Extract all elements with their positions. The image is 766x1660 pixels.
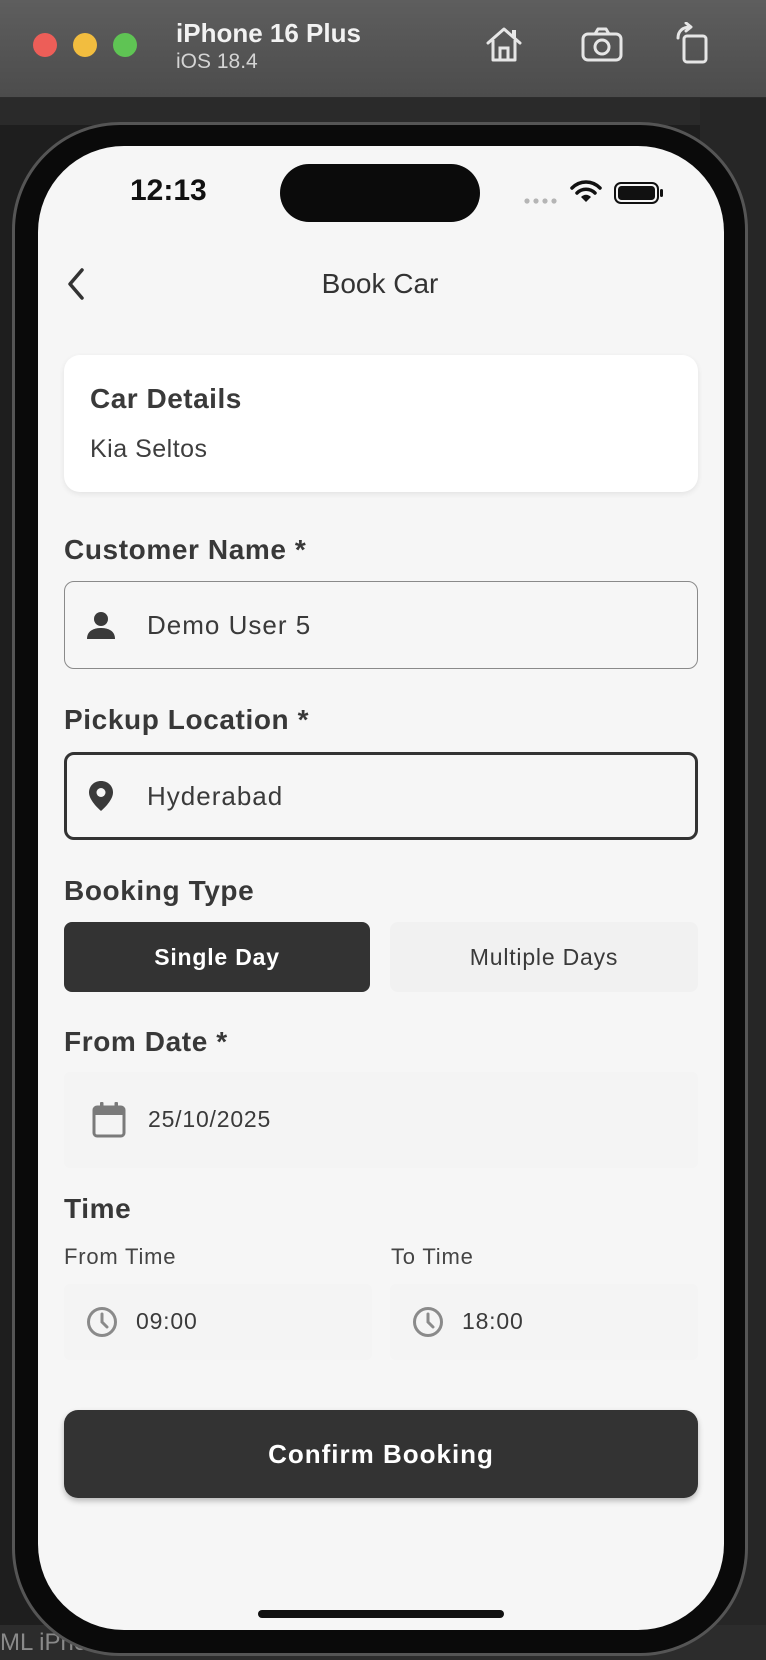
- dynamic-island: [280, 164, 480, 222]
- pickup-location-value: Hyderabad: [147, 781, 284, 811]
- status-time: 12:13: [130, 174, 207, 207]
- screenshot-icon[interactable]: [580, 22, 624, 66]
- clock-icon: [87, 1307, 117, 1337]
- clock-icon: [413, 1307, 443, 1337]
- calendar-icon: [92, 1102, 126, 1138]
- home-indicator[interactable]: [258, 1610, 504, 1618]
- rotate-icon[interactable]: [672, 22, 716, 66]
- zoom-window-button[interactable]: [113, 33, 137, 57]
- minimize-window-button[interactable]: [73, 33, 97, 57]
- customer-name-label: Customer Name *: [64, 534, 307, 565]
- multiple-days-option[interactable]: Multiple Days: [390, 922, 698, 992]
- car-model: Kia Seltos: [90, 435, 208, 463]
- person-icon: [87, 612, 115, 639]
- home-icon[interactable]: [482, 22, 526, 66]
- pickup-location-label: Pickup Location *: [64, 704, 310, 735]
- location-pin-icon: [89, 781, 113, 811]
- pickup-location-field[interactable]: Hyderabad: [64, 752, 698, 840]
- car-details-title: Car Details: [90, 383, 242, 414]
- from-time-field[interactable]: 09:00: [64, 1284, 372, 1360]
- to-time-value: 18:00: [462, 1308, 524, 1334]
- battery-icon: [614, 182, 663, 204]
- from-date-field[interactable]: 25/10/2025: [64, 1072, 698, 1168]
- customer-name-field[interactable]: Demo User 5: [64, 581, 698, 669]
- from-time-value: 09:00: [136, 1308, 198, 1334]
- from-time-label: From Time: [64, 1244, 177, 1269]
- simulator-title-bar: iPhone 16 Plus iOS 18.4: [0, 0, 766, 98]
- editor-toolbar-strip: [0, 97, 766, 125]
- booking-type-label: Booking Type: [64, 875, 255, 906]
- chevron-left-icon[interactable]: [56, 260, 96, 308]
- simulator-os-version: iOS 18.4: [176, 50, 258, 73]
- from-date-value: 25/10/2025: [148, 1106, 272, 1132]
- wifi-icon: [570, 180, 602, 202]
- simulator-device-name: iPhone 16 Plus: [176, 18, 361, 48]
- to-time-label: To Time: [391, 1244, 474, 1269]
- close-window-button[interactable]: [33, 33, 57, 57]
- time-label: Time: [64, 1193, 132, 1224]
- car-details-card: [64, 355, 698, 492]
- page-title: Book Car: [321, 268, 439, 299]
- confirm-booking-button[interactable]: Confirm Booking: [64, 1410, 698, 1498]
- customer-name-value: Demo User 5: [147, 610, 312, 640]
- signal-dots-icon: [524, 198, 557, 204]
- single-day-option[interactable]: Single Day: [64, 922, 370, 992]
- to-time-field[interactable]: 18:00: [390, 1284, 698, 1360]
- from-date-label: From Date *: [64, 1026, 228, 1057]
